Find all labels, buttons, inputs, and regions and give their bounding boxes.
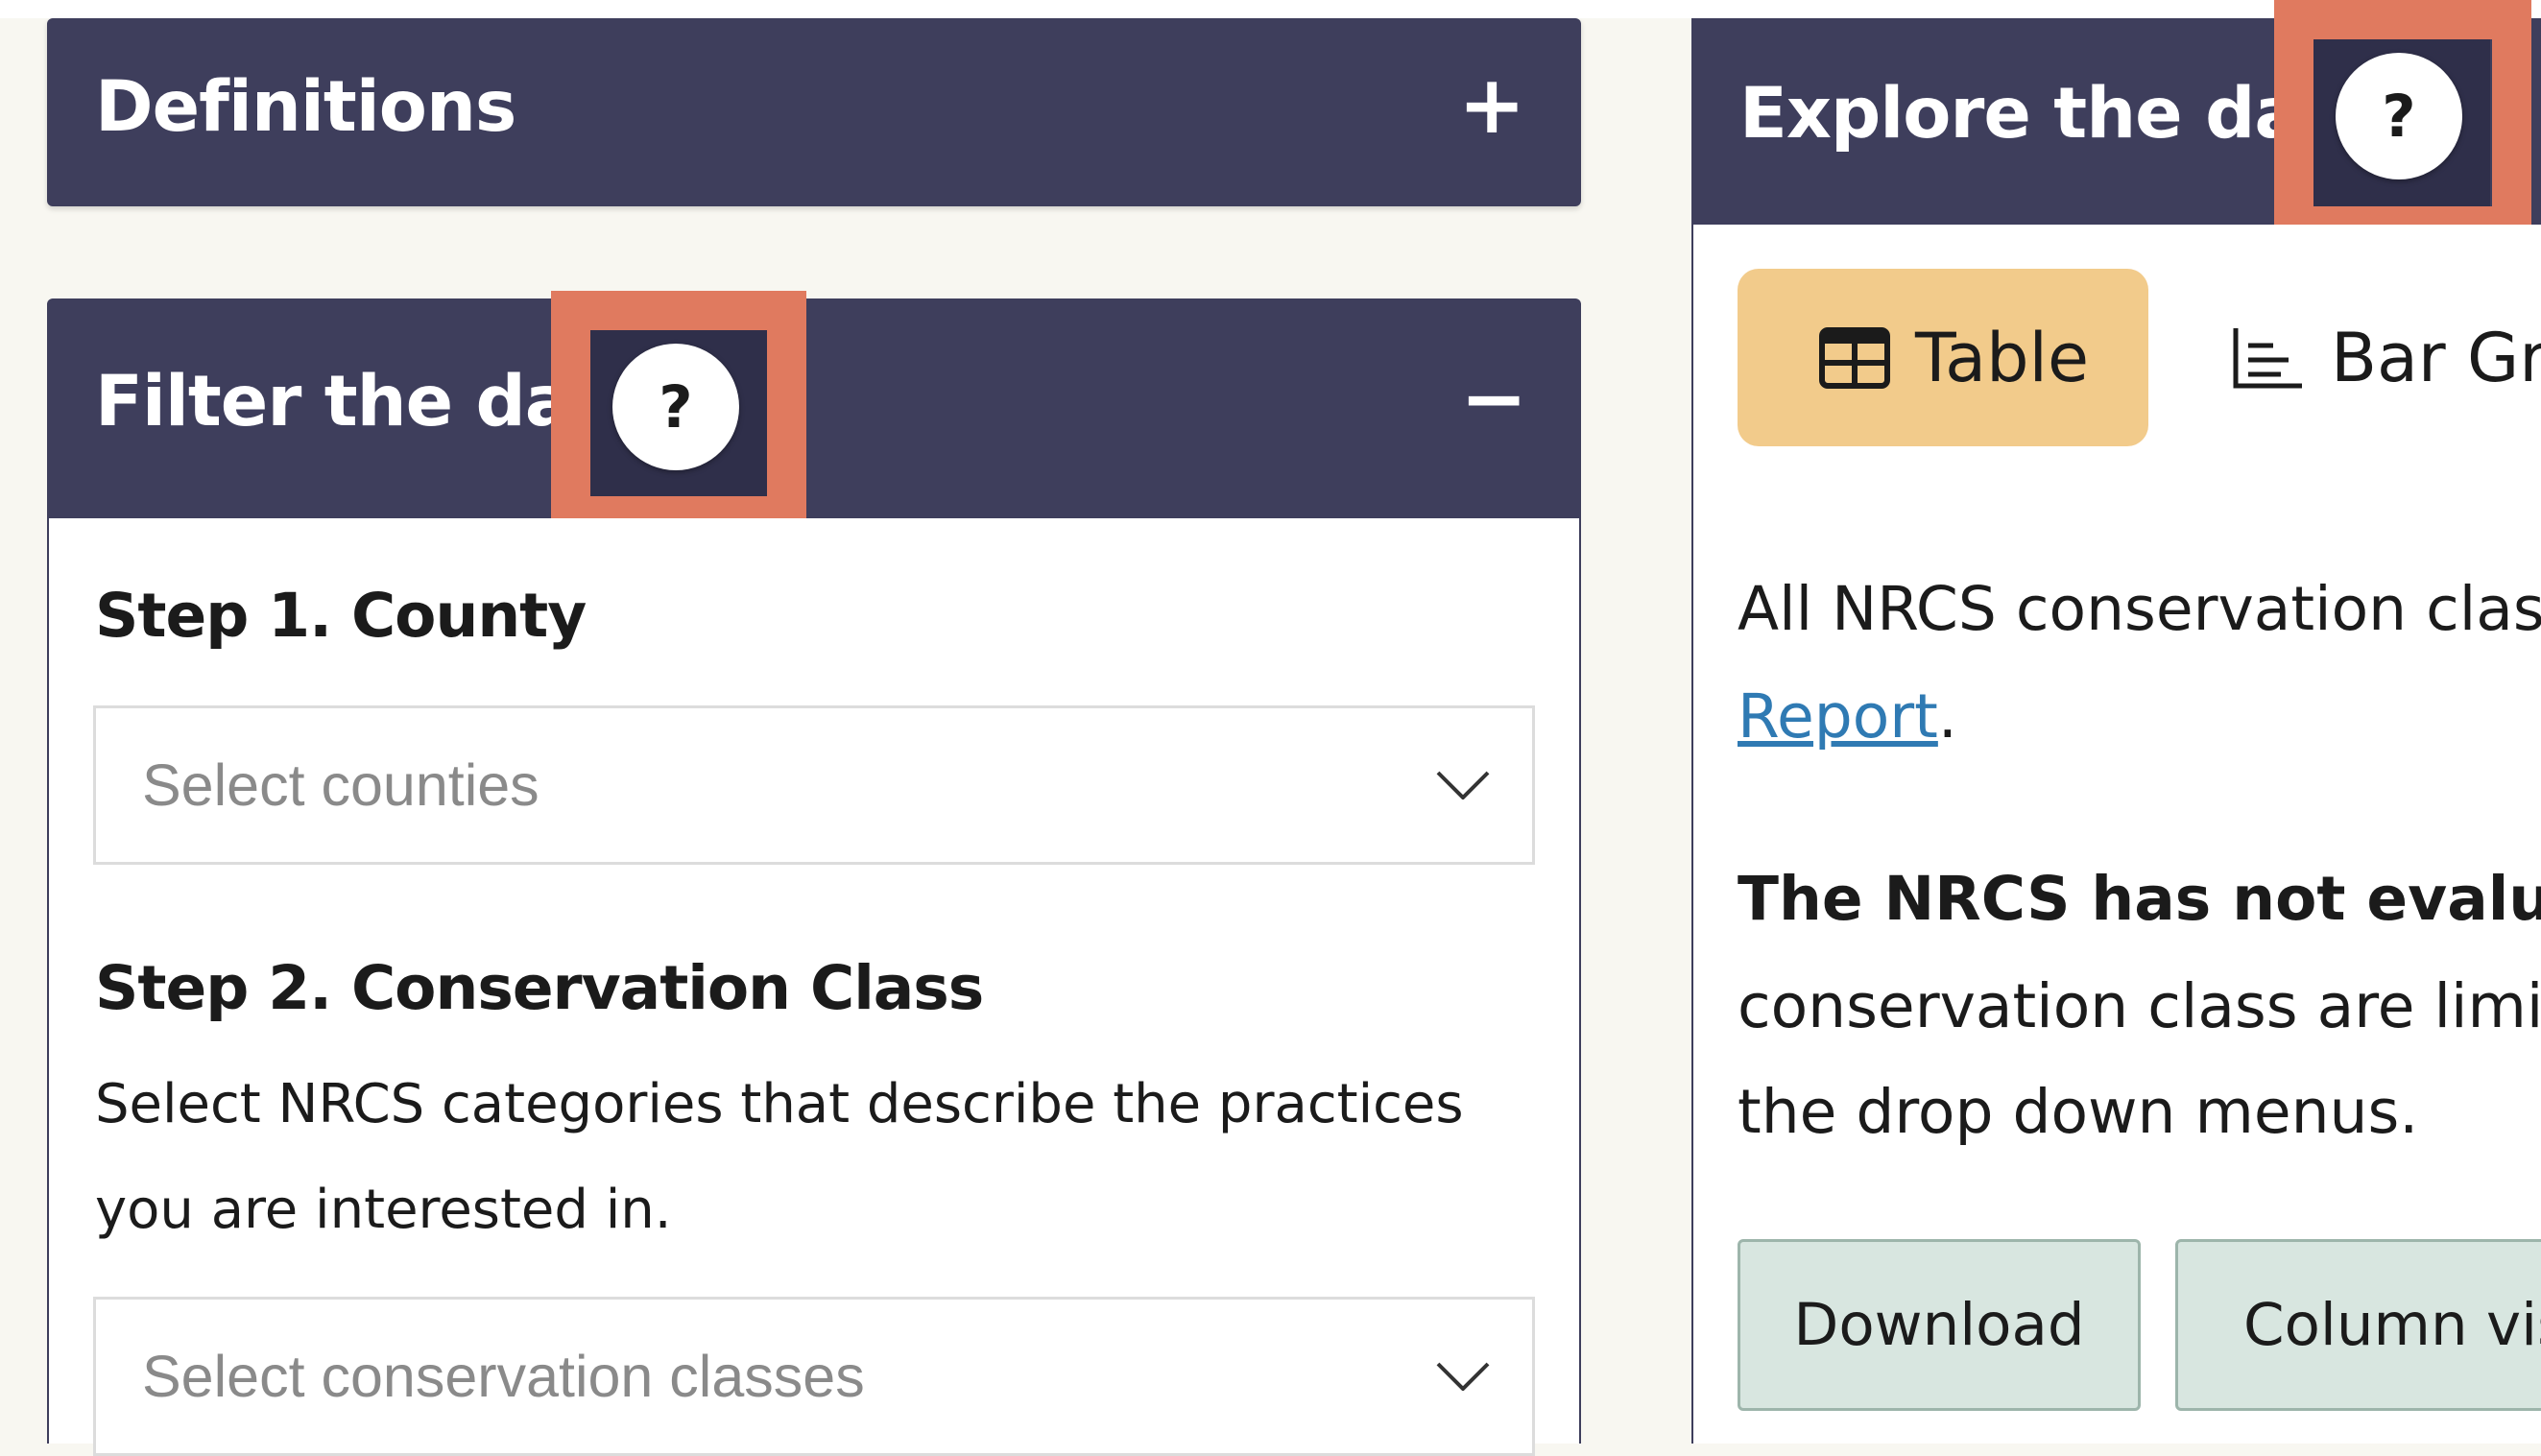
tab-bar-graph[interactable]: Bar Graph	[2217, 269, 2541, 446]
definitions-accordion-header[interactable]: Definitions +	[47, 18, 1581, 206]
bar-chart-icon	[2233, 327, 2302, 388]
step2-description: Select NRCS categories that describe the…	[95, 1073, 1464, 1241]
tab-bar-graph-label: Bar Graph	[2331, 318, 2541, 397]
intro-line2: Report.	[1738, 681, 1957, 752]
table-icon	[1819, 326, 1890, 389]
tab-table-label: Table	[1915, 318, 2090, 397]
filter-accordion-header[interactable]: Filter the data −	[47, 298, 1581, 518]
download-button[interactable]: Download	[1738, 1239, 2141, 1411]
intro-text: All NRCS conservation class	[1738, 574, 2541, 644]
expand-icon[interactable]: +	[1458, 64, 1525, 145]
report-link[interactable]: Report	[1738, 681, 1938, 752]
county-select-placeholder: Select counties	[142, 752, 539, 818]
top-strip	[0, 0, 2541, 18]
note-line2: conservation class are limit	[1738, 971, 2541, 1041]
intro-period: .	[1937, 681, 1957, 752]
definitions-title: Definitions	[95, 66, 516, 148]
explore-help-highlight	[2274, 0, 2531, 246]
note-bold: The NRCS has not evaluat	[1738, 864, 2541, 934]
county-select[interactable]: Select counties	[93, 705, 1535, 865]
collapse-icon[interactable]: −	[1460, 358, 1527, 439]
chevron-down-icon	[1436, 1362, 1490, 1391]
column-visibility-button[interactable]: Column visibility	[2175, 1239, 2541, 1411]
note-line3: the drop down menus.	[1738, 1077, 2419, 1147]
tab-table[interactable]: Table	[1738, 269, 2148, 446]
conservation-class-select[interactable]: Select conservation classes	[93, 1297, 1535, 1456]
step1-title: Step 1. County	[95, 581, 587, 651]
column-visibility-label: Column visibility	[2243, 1291, 2541, 1359]
chevron-down-icon	[1436, 771, 1490, 800]
step2-title: Step 2. Conservation Class	[95, 953, 984, 1023]
conservation-class-select-placeholder: Select conservation classes	[142, 1344, 865, 1409]
filter-help-highlight	[551, 291, 806, 536]
